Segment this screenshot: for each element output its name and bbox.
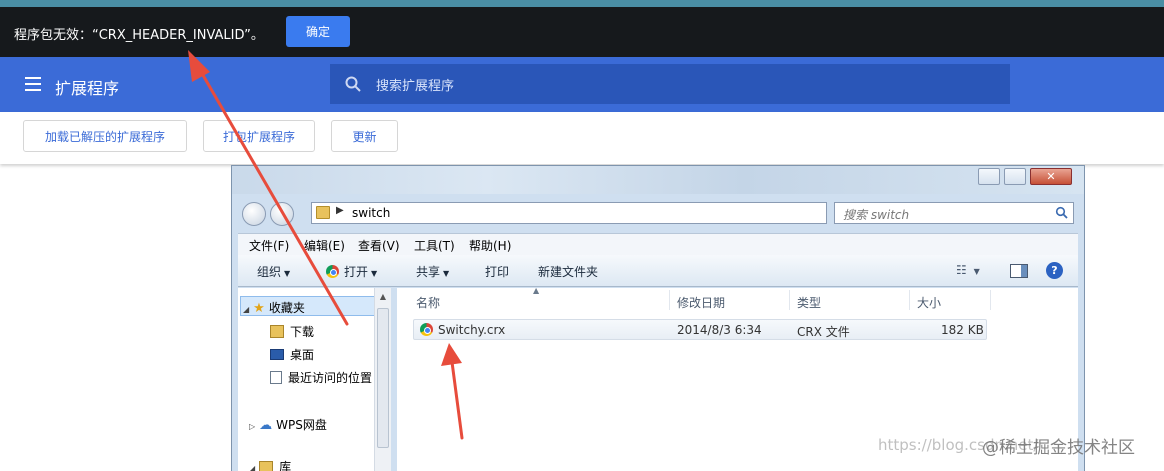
recent-places-icon [270, 371, 282, 384]
column-modified[interactable]: 修改日期 [677, 294, 725, 311]
close-button[interactable]: ✕ [1030, 168, 1072, 185]
ok-button[interactable]: 确定 [286, 16, 350, 47]
search-placeholder: 搜索扩展程序 [376, 79, 455, 94]
explorer-search-placeholder: 搜索 switch [843, 208, 910, 222]
minimize-button[interactable] [978, 168, 1000, 185]
expanded-icon: ◢ [249, 464, 256, 471]
file-modified: 2014/8/3 6:34 [677, 323, 762, 337]
explorer-window: ✕ ▶ switch ▼ ⟳ 搜索 switch 文件(F) 编辑(E) 查看(… [231, 165, 1085, 471]
new-folder-button[interactable]: 新建文件夹 [538, 263, 598, 280]
caret-down-icon: ▼ [443, 269, 450, 278]
scrollbar-thumb[interactable] [377, 308, 389, 448]
nav-library-label: 库 [279, 460, 292, 471]
nav-library[interactable]: ◢ 库 [249, 458, 291, 471]
back-button[interactable] [242, 202, 266, 226]
page-title: 扩展程序 [55, 79, 120, 98]
star-icon: ★ [253, 301, 265, 316]
nav-recent[interactable]: 最近访问的位置 [270, 369, 372, 386]
share-label: 共享 [416, 265, 441, 279]
scroll-up-icon[interactable]: ▲ [375, 292, 391, 301]
open-button[interactable]: 打开 ▼ [326, 263, 377, 280]
file-row[interactable]: Switchy.crx 2014/8/3 6:34 CRX 文件 182 KB [413, 319, 987, 340]
update-button[interactable]: 更新 [331, 120, 398, 152]
menu-icon[interactable] [25, 77, 41, 91]
nav-wps[interactable]: ▷ ☁ WPS网盘 [249, 416, 327, 433]
menu-help[interactable]: 帮助(H) [469, 237, 511, 254]
watermark-brand: @稀土掘金技术社区 [982, 438, 1135, 458]
window-titlebar [232, 166, 1084, 194]
menu-edit[interactable]: 编辑(E) [304, 237, 345, 254]
downloads-icon [270, 325, 284, 338]
column-size[interactable]: 大小 [917, 294, 941, 311]
load-unpacked-button[interactable]: 加载已解压的扩展程序 [23, 120, 187, 152]
file-name: Switchy.crx [420, 323, 505, 337]
organize-label: 组织 [257, 265, 282, 279]
expanded-icon: ◢ [243, 305, 250, 314]
caret-down-icon: ▼ [284, 269, 291, 278]
address-bar[interactable]: ▶ switch ▼ ⟳ [311, 202, 901, 224]
pack-extension-button[interactable]: 打包扩展程序 [203, 120, 315, 152]
caret-down-icon: ▼ [371, 269, 378, 278]
explorer-search-input[interactable]: 搜索 switch [834, 202, 1074, 224]
chrome-icon [420, 323, 433, 336]
column-divider [669, 290, 670, 310]
command-bar: 组织 ▼ 打开 ▼ 共享 ▼ 打印 新建文件夹 ☷ ▼ ? [238, 255, 1078, 287]
preview-pane-icon[interactable] [1010, 264, 1028, 278]
column-divider [990, 290, 991, 310]
nav-desktop[interactable]: 桌面 [270, 346, 314, 363]
menu-view[interactable]: 查看(V) [358, 237, 400, 254]
forward-button[interactable] [270, 202, 294, 226]
column-divider [909, 290, 910, 310]
file-size: 182 KB [941, 323, 984, 337]
column-name[interactable]: 名称 [416, 294, 440, 311]
file-name-text: Switchy.crx [438, 323, 506, 337]
nav-desktop-label: 桌面 [290, 348, 315, 362]
view-options-icon[interactable]: ☷ ▼ [956, 263, 980, 277]
cloud-icon: ☁ [259, 418, 273, 433]
chrome-icon [326, 265, 339, 278]
print-button[interactable]: 打印 [485, 263, 509, 280]
menu-bar: 文件(F) 编辑(E) 查看(V) 工具(T) 帮助(H) [238, 233, 1078, 255]
sort-arrow-icon: ▲ [533, 286, 540, 295]
share-button[interactable]: 共享 ▼ [416, 263, 449, 280]
extensions-header: 扩展程序 搜索扩展程序 [0, 57, 1164, 112]
nav-favorites[interactable]: ◢ ★ 收藏夹 [240, 296, 376, 316]
nav-recent-label: 最近访问的位置 [288, 371, 373, 385]
folder-icon [316, 206, 330, 219]
top-stripe [0, 0, 1164, 7]
nav-downloads[interactable]: 下载 [270, 323, 314, 340]
file-type: CRX 文件 [797, 325, 850, 339]
extensions-toolbar: 加载已解压的扩展程序 打包扩展程序 更新 [0, 112, 1164, 164]
search-icon [345, 76, 361, 92]
organize-button[interactable]: 组织 ▼ [257, 263, 290, 280]
nav-wps-label: WPS网盘 [276, 418, 327, 432]
column-type[interactable]: 类型 [797, 294, 821, 311]
error-message: 程序包无效：“CRX_HEADER_INVALID”。 [14, 28, 264, 43]
help-icon[interactable]: ? [1046, 262, 1063, 279]
chevron-right-icon: ▶ [336, 205, 344, 216]
desktop-icon [270, 349, 284, 360]
library-icon [259, 461, 274, 471]
search-input[interactable]: 搜索扩展程序 [330, 64, 1010, 104]
collapsed-icon: ▷ [249, 422, 256, 431]
error-banner: 程序包无效：“CRX_HEADER_INVALID”。 确定 [0, 7, 1164, 57]
menu-file[interactable]: 文件(F) [249, 237, 289, 254]
navigation-scrollbar[interactable]: ▲ [374, 288, 391, 471]
search-icon [1055, 206, 1068, 219]
address-text: switch [352, 206, 391, 220]
maximize-button[interactable] [1004, 168, 1026, 185]
nav-favorites-label: 收藏夹 [268, 301, 305, 315]
column-divider [789, 290, 790, 310]
open-label: 打开 [344, 265, 369, 279]
nav-downloads-label: 下载 [290, 325, 315, 339]
navigation-pane: ◢ ★ 收藏夹 下载 桌面 最近访问的位置 ▷ ☁ WPS网盘 ◢ 库 [238, 288, 380, 471]
menu-tools[interactable]: 工具(T) [414, 237, 455, 254]
